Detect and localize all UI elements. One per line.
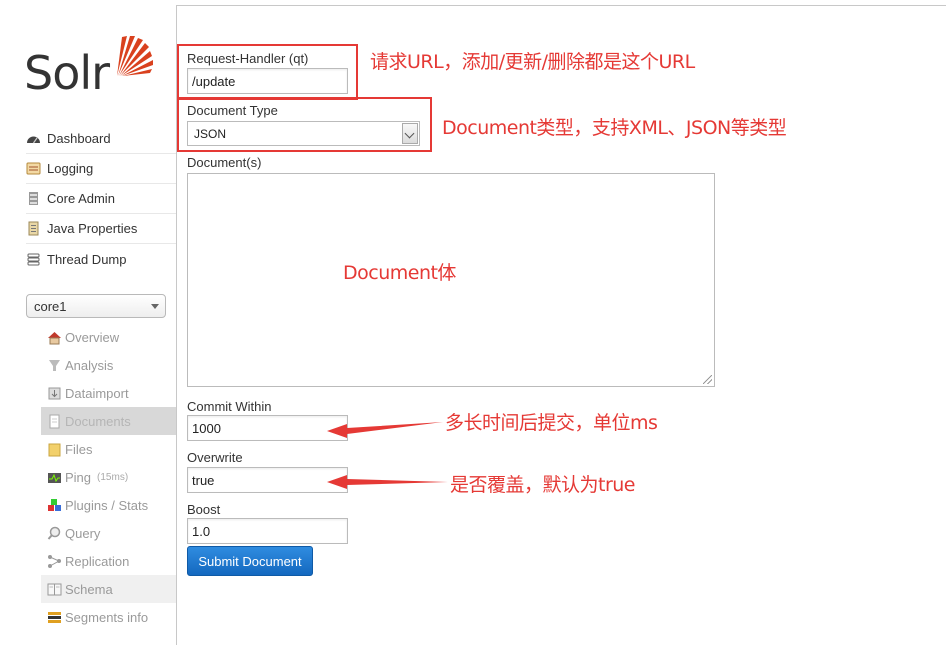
core-nav-label: Documents <box>65 413 131 429</box>
core-nav-label: Schema <box>65 581 113 597</box>
annotation-request-handler: 请求URL，添加/更新/删除都是这个URL <box>370 51 695 73</box>
documents-icon <box>47 414 62 429</box>
funnel-icon <box>47 358 62 373</box>
core-nav-label: Plugins / Stats <box>65 497 149 513</box>
core-nav-overview[interactable]: Overview <box>41 323 176 351</box>
main-nav: Dashboard Logging Core Admin Java Proper… <box>26 124 176 274</box>
home-icon <box>47 330 62 345</box>
core-selector[interactable]: core1 <box>26 294 166 318</box>
dashboard-icon <box>26 131 41 146</box>
documents-label: Document(s) <box>187 155 262 170</box>
nav-item-label: Core Admin <box>47 191 115 206</box>
annotation-box-request-handler <box>177 44 358 100</box>
nav-item-java-properties[interactable]: Java Properties <box>26 214 176 244</box>
core-nav-label: Analysis <box>65 357 114 373</box>
core-nav-files[interactable]: Files <box>41 435 176 463</box>
core-nav-replication[interactable]: Replication <box>41 547 176 575</box>
resize-grip-icon[interactable] <box>703 375 712 384</box>
sidebar: Solr Dashboard Logging Core Admin Java P… <box>0 0 176 635</box>
nav-item-label: Dashboard <box>47 131 111 146</box>
arrow-left-icon <box>327 422 443 438</box>
core-nav-label: Files <box>65 441 93 457</box>
overwrite-label: Overwrite <box>187 450 243 465</box>
plugins-icon <box>47 498 62 513</box>
chevron-down-icon <box>151 304 159 309</box>
core-nav-label: Segments info <box>65 609 149 625</box>
overwrite-input[interactable]: true <box>187 467 348 493</box>
core-nav-label: Ping <box>65 469 92 485</box>
sun-icon <box>117 36 153 76</box>
core-nav-analysis[interactable]: Analysis <box>41 351 176 379</box>
nav-item-label: Java Properties <box>47 221 138 236</box>
commit-within-label: Commit Within <box>187 399 272 414</box>
core-nav-plugins-stats[interactable]: Plugins / Stats <box>41 491 176 519</box>
annotation-document-type: Document类型，支持XML、JSON等类型 <box>442 117 787 139</box>
nav-item-label: Thread Dump <box>47 251 127 267</box>
folder-icon <box>47 442 62 457</box>
schema-icon <box>47 582 62 597</box>
magnifier-icon <box>47 526 62 541</box>
core-nav-dataimport[interactable]: Dataimport <box>41 379 176 407</box>
commit-within-input[interactable]: 1000 <box>187 415 348 441</box>
nav-item-dashboard[interactable]: Dashboard <box>26 124 176 154</box>
core-nav-schema[interactable]: Schema <box>41 575 176 603</box>
arrow-left-icon <box>327 475 448 489</box>
core-nav-label: Overview <box>65 329 120 345</box>
dataimport-icon <box>47 386 62 401</box>
annotation-overwrite: 是否覆盖，默认为true <box>450 474 636 496</box>
annotation-box-document-type <box>177 97 432 152</box>
core-selector-value: core1 <box>34 298 67 314</box>
segments-icon <box>47 610 62 625</box>
logging-icon <box>26 161 41 176</box>
core-nav-documents[interactable]: Documents <box>41 407 176 435</box>
boost-label: Boost <box>187 502 221 517</box>
solr-logo[interactable]: Solr <box>24 32 164 102</box>
annotation-commit-within: 多长时间后提交，单位ms <box>445 412 658 434</box>
ping-icon <box>47 470 62 485</box>
submit-document-button[interactable]: Submit Document <box>187 546 313 576</box>
core-nav-segments-info[interactable]: Segments info <box>41 603 176 631</box>
java-properties-icon <box>26 221 41 236</box>
nav-item-thread-dump[interactable]: Thread Dump <box>26 244 176 274</box>
core-nav-label: Dataimport <box>65 385 129 401</box>
nav-item-label: Logging <box>47 161 94 176</box>
ping-time: (15ms) <box>97 471 129 483</box>
core-nav-label: Replication <box>65 553 130 569</box>
logo-text: Solr <box>24 46 110 100</box>
core-nav-ping[interactable]: Ping (15ms) <box>41 463 176 491</box>
core-nav-label: Query <box>65 525 101 541</box>
core-nav-query[interactable]: Query <box>41 519 176 547</box>
annotation-documents-body: Document体 <box>343 262 456 284</box>
replication-icon <box>47 554 62 569</box>
thread-dump-icon <box>26 252 41 267</box>
core-nav: Overview Analysis Dataimport Documents F… <box>41 323 176 631</box>
nav-item-core-admin[interactable]: Core Admin <box>26 184 176 214</box>
core-admin-icon <box>26 191 41 206</box>
boost-input[interactable]: 1.0 <box>187 518 348 544</box>
nav-item-logging[interactable]: Logging <box>26 154 176 184</box>
